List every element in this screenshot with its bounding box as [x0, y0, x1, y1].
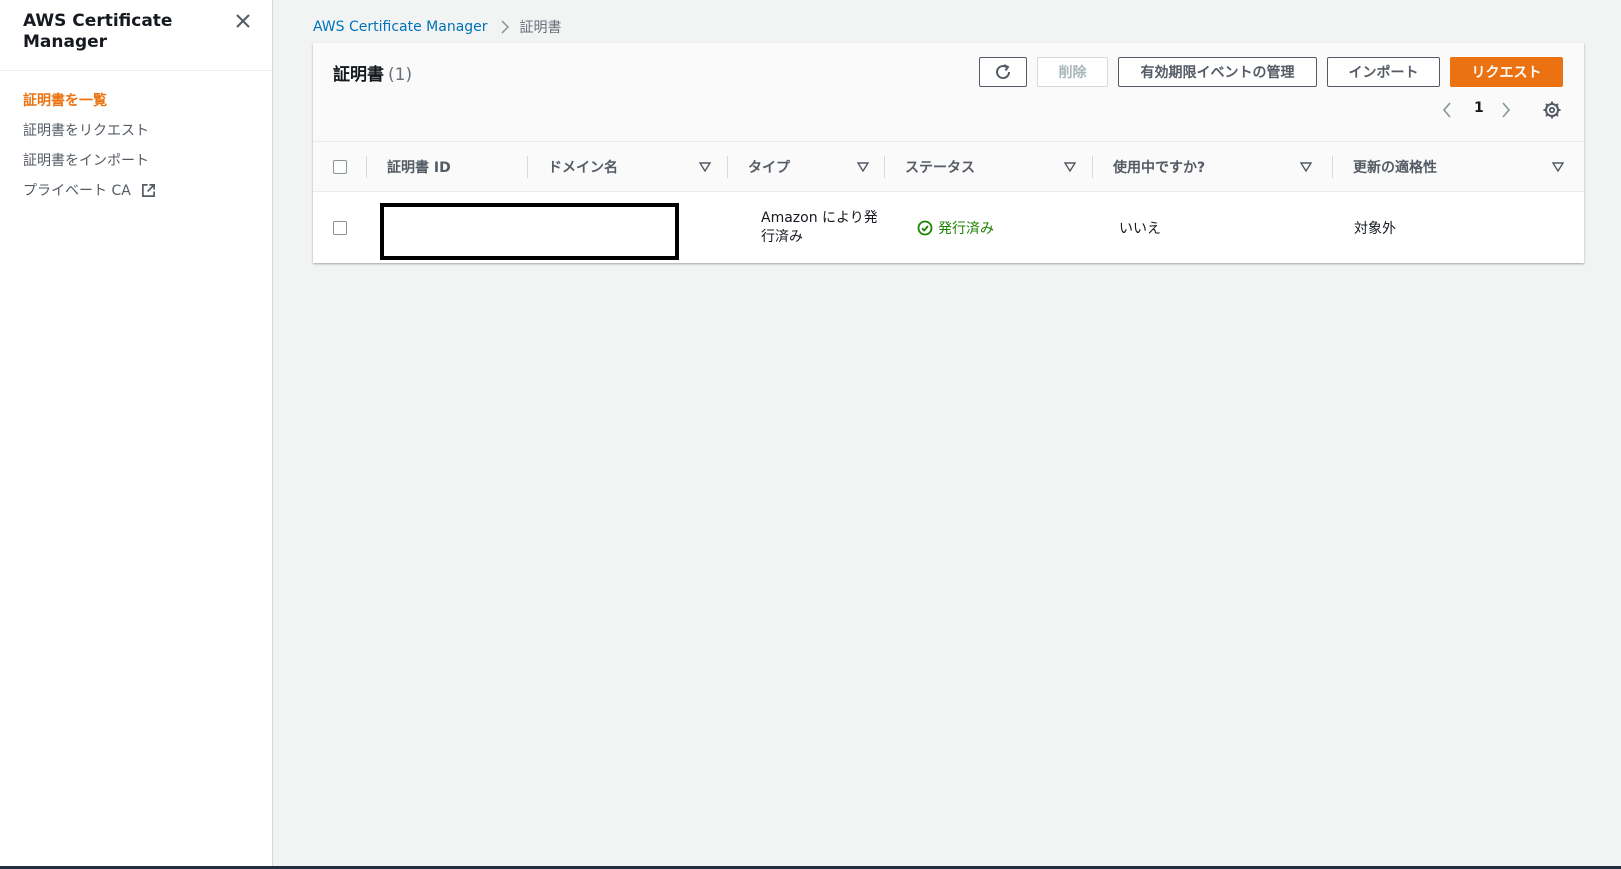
request-button[interactable]: リクエスト — [1450, 57, 1563, 87]
column-header-label: ステータス — [905, 160, 975, 176]
refresh-button[interactable] — [979, 57, 1027, 87]
cell-type: Amazon により発 行済み — [761, 209, 878, 247]
sidebar-item-private-ca[interactable]: プライベート CA — [0, 175, 272, 205]
table-row: Amazon により発 行済み 発行済み いいえ 対象外 — [313, 193, 1584, 263]
column-divider — [1092, 156, 1093, 178]
sidebar-item-label: 証明書を一覧 — [23, 93, 107, 109]
column-header-label: タイプ — [748, 160, 790, 176]
import-button[interactable]: インポート — [1327, 57, 1440, 87]
sidebar-title[interactable]: AWS Certificate Manager — [23, 11, 223, 53]
column-divider — [527, 156, 528, 178]
column-header-type[interactable]: タイプ — [727, 142, 884, 192]
column-header-renewal-eligibility[interactable]: 更新の適格性 — [1332, 142, 1584, 192]
check-circle-icon — [917, 220, 933, 236]
sidebar-item-list-certificates[interactable]: 証明書を一覧 — [0, 85, 272, 115]
delete-button[interactable]: 削除 — [1037, 57, 1108, 87]
column-header-status[interactable]: ステータス — [884, 142, 1092, 192]
sort-triangle-icon[interactable] — [1064, 162, 1076, 172]
refresh-icon — [996, 64, 1011, 80]
panel-title-text: 証明書 — [333, 65, 384, 85]
status-label: 発行済み — [938, 221, 994, 237]
sort-triangle-icon[interactable] — [1552, 162, 1564, 172]
manage-expiry-events-button[interactable]: 有効期限イベントの管理 — [1118, 57, 1317, 87]
sidebar-item-label: 証明書をインポート — [23, 153, 149, 169]
row-checkbox[interactable] — [333, 221, 347, 235]
sort-triangle-icon[interactable] — [699, 162, 711, 172]
cell-status: 発行済み — [917, 218, 994, 238]
cell-in-use: いいえ — [1119, 221, 1161, 237]
breadcrumb-link-acm[interactable]: AWS Certificate Manager — [313, 19, 488, 35]
column-header-certificate-id[interactable]: 証明書 ID — [366, 142, 527, 192]
sidebar-item-import-certificate[interactable]: 証明書をインポート — [0, 145, 272, 175]
select-all-checkbox[interactable] — [333, 160, 347, 174]
sidebar-item-label: プライベート CA — [23, 183, 131, 199]
cell-renewal-eligibility: 対象外 — [1354, 221, 1396, 237]
sidebar-item-label: 証明書をリクエスト — [23, 123, 149, 139]
panel-title: 証明書 (1) — [333, 60, 412, 85]
sort-triangle-icon[interactable] — [1300, 162, 1312, 172]
row-select-cell — [333, 221, 347, 235]
select-all-cell — [333, 142, 347, 192]
sidebar-item-request-certificate[interactable]: 証明書をリクエスト — [0, 115, 272, 145]
column-divider — [884, 156, 885, 178]
column-header-label: 更新の適格性 — [1353, 160, 1437, 176]
column-header-label: 証明書 ID — [387, 160, 451, 176]
breadcrumb-current: 証明書 — [519, 20, 562, 36]
table-header: 証明書 ID ドメイン名 タイプ ステータス 使用中ですか? 更新の適格性 — [313, 142, 1584, 192]
sidebar-header: AWS Certificate Manager — [0, 0, 272, 71]
redacted-certificate-id-box — [380, 203, 679, 260]
pagination-page-number[interactable]: 1 — [1474, 100, 1484, 116]
certificates-panel: 証明書 (1) 削除 有効期限イベントの管理 インポート リクエスト 1 証明書… — [313, 43, 1584, 263]
column-header-label: 使用中ですか? — [1113, 160, 1206, 176]
column-divider — [727, 156, 728, 178]
panel-header: 証明書 (1) 削除 有効期限イベントの管理 インポート リクエスト 1 — [313, 43, 1584, 142]
chevron-right-icon — [501, 20, 509, 34]
chevron-left-icon[interactable] — [1440, 100, 1454, 120]
column-header-label: ドメイン名 — [548, 160, 618, 176]
sidebar-nav: 証明書を一覧 証明書をリクエスト 証明書をインポート プライベート CA — [0, 71, 272, 205]
column-header-domain-name[interactable]: ドメイン名 — [527, 142, 727, 192]
cell-type-line: Amazon により発 — [761, 210, 878, 226]
sort-triangle-icon[interactable] — [857, 162, 869, 172]
close-icon[interactable] — [232, 10, 254, 32]
cell-type-line: 行済み — [761, 229, 803, 245]
column-header-in-use[interactable]: 使用中ですか? — [1092, 142, 1332, 192]
panel-count: (1) — [388, 65, 413, 85]
external-link-icon — [141, 183, 155, 197]
gear-icon[interactable] — [1542, 100, 1562, 120]
chevron-right-icon[interactable] — [1499, 100, 1513, 120]
column-divider — [366, 156, 367, 178]
breadcrumb: AWS Certificate Manager 証明書 — [313, 16, 562, 38]
side-navigation: AWS Certificate Manager 証明書を一覧 証明書をリクエスト… — [0, 0, 273, 869]
column-divider — [1332, 156, 1333, 178]
